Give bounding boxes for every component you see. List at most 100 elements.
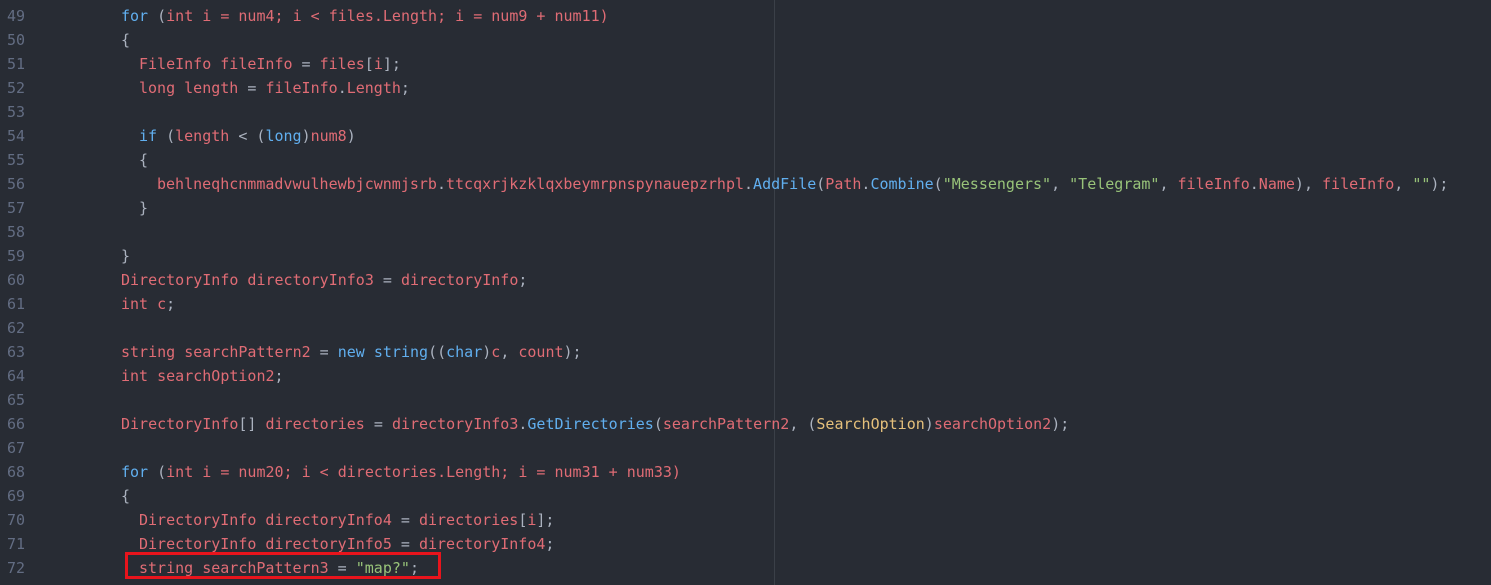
code-token: ;	[274, 367, 284, 385]
code-line[interactable]: 58	[0, 220, 1491, 244]
code-token: Length	[346, 79, 401, 97]
highlight-box	[125, 552, 441, 579]
code-token: < (	[229, 127, 266, 145]
code-line[interactable]: 66 DirectoryInfo[] directories = director…	[0, 412, 1491, 436]
code-line[interactable]: 56 behlneqhcnmmadvwulhewbjcwnmjsrb.ttcqxr…	[0, 172, 1491, 196]
code-token: fileInfo	[1322, 175, 1395, 193]
code-token: ,	[1394, 175, 1413, 193]
line-number: 53	[6, 103, 25, 121]
code-token: char	[446, 343, 483, 361]
code-token: directoryInfo3	[391, 415, 519, 433]
code-token: int	[166, 463, 194, 481]
code-token: long	[265, 127, 302, 145]
code-token: .	[436, 175, 446, 193]
code-token: ),	[1294, 175, 1323, 193]
code-token: ;	[166, 295, 176, 313]
line-number: 56	[6, 175, 25, 193]
code-token: }	[139, 199, 149, 217]
code-token: string	[373, 343, 429, 361]
code-token: , (	[789, 415, 817, 433]
code-token: .	[1249, 175, 1259, 193]
line-number: 68	[6, 463, 25, 481]
code-token: DirectoryInfo directoryInfo5	[139, 535, 392, 553]
code-token: directoryInfo4	[418, 535, 546, 553]
code-token: (	[816, 175, 826, 193]
code-token: ((	[428, 343, 447, 361]
code-token: string searchPattern2	[121, 343, 311, 361]
line-code: DirectoryInfo directoryInfo3 = directory…	[121, 268, 527, 292]
code-token: c	[491, 343, 501, 361]
code-line[interactable]: 68 for (int i = num20; i < directories.Le…	[0, 460, 1491, 484]
code-line[interactable]: 55 {	[0, 148, 1491, 172]
line-code: {	[139, 148, 148, 172]
code-token: ttcqxrjkzklqxbeymrpnspynauepzrhpl	[446, 175, 745, 193]
code-token: )	[301, 127, 311, 145]
code-token: directories	[265, 415, 365, 433]
line-code: {	[121, 28, 130, 52]
code-token: FileInfo fileInfo	[139, 55, 293, 73]
line-number: 49	[6, 7, 25, 25]
code-line[interactable]: 65	[0, 388, 1491, 412]
code-token: )	[346, 127, 356, 145]
code-line[interactable]: 70 DirectoryInfo directoryInfo4 = directo…	[0, 508, 1491, 532]
code-token: ];	[536, 511, 555, 529]
code-token: ;	[518, 271, 528, 289]
code-token: .	[744, 175, 754, 193]
line-code: }	[121, 244, 130, 268]
line-code: for (int i = num4; i < files.Length; i =…	[121, 4, 609, 28]
code-line[interactable]: 52 long length = fileInfo.Length;	[0, 76, 1491, 100]
code-line[interactable]: 69 {	[0, 484, 1491, 508]
code-token: count	[518, 343, 564, 361]
code-token: fileInfo	[1177, 175, 1250, 193]
line-number: 58	[6, 223, 25, 241]
code-line[interactable]: 63 string searchPattern2 = new string((ch…	[0, 340, 1491, 364]
code-token: {	[121, 487, 131, 505]
code-token: ,	[1159, 175, 1178, 193]
code-token: for	[121, 7, 149, 25]
code-line[interactable]: 53	[0, 100, 1491, 124]
code-editor[interactable]: 49 for (int i = num4; i < files.Length; i…	[0, 0, 1491, 585]
code-token: =	[292, 55, 320, 73]
code-token: Name	[1258, 175, 1295, 193]
line-number: 60	[6, 271, 25, 289]
code-token: ,	[1051, 175, 1070, 193]
code-lines: 49 for (int i = num4; i < files.Length; i…	[0, 4, 1491, 580]
code-line[interactable]: 49 for (int i = num4; i < files.Length; i…	[0, 4, 1491, 28]
code-token: Combine	[870, 175, 934, 193]
code-token: behlneqhcnmmadvwulhewbjcwnmjsrb	[157, 175, 437, 193]
code-line[interactable]: 62	[0, 316, 1491, 340]
code-token: (	[148, 7, 167, 25]
code-token: for	[121, 463, 149, 481]
line-number: 63	[6, 343, 25, 361]
code-line[interactable]: 50 {	[0, 28, 1491, 52]
line-number: 67	[6, 439, 25, 457]
code-token: .	[337, 79, 347, 97]
code-token: i = num4; i < files.Length; i = num9 + n…	[193, 7, 609, 25]
code-line[interactable]: 60 DirectoryInfo directoryInfo3 = directo…	[0, 268, 1491, 292]
code-line[interactable]: 54 if (length < (long)num8)	[0, 124, 1491, 148]
code-token: length	[175, 127, 230, 145]
code-token: (	[653, 415, 663, 433]
line-number: 50	[6, 31, 25, 49]
code-token: (	[157, 127, 176, 145]
code-line[interactable]: 59}	[0, 244, 1491, 268]
code-token: =	[391, 535, 419, 553]
line-number: 72	[6, 559, 25, 577]
code-line[interactable]: 64 int searchOption2;	[0, 364, 1491, 388]
code-token: )	[924, 415, 934, 433]
code-token: int	[166, 7, 194, 25]
code-line[interactable]: 57}	[0, 196, 1491, 220]
code-token: );	[563, 343, 582, 361]
code-line[interactable]: 67	[0, 436, 1491, 460]
code-token: int c	[121, 295, 167, 313]
code-token: int searchOption2	[121, 367, 275, 385]
line-number: 61	[6, 295, 25, 313]
line-number: 62	[6, 319, 25, 337]
code-token: )	[482, 343, 492, 361]
code-line[interactable]: 61 int c;	[0, 292, 1491, 316]
code-token: searchPattern2	[662, 415, 790, 433]
code-line[interactable]: 51 FileInfo fileInfo = files[i];	[0, 52, 1491, 76]
code-token: DirectoryInfo directoryInfo3	[121, 271, 374, 289]
line-code: {	[121, 484, 130, 508]
